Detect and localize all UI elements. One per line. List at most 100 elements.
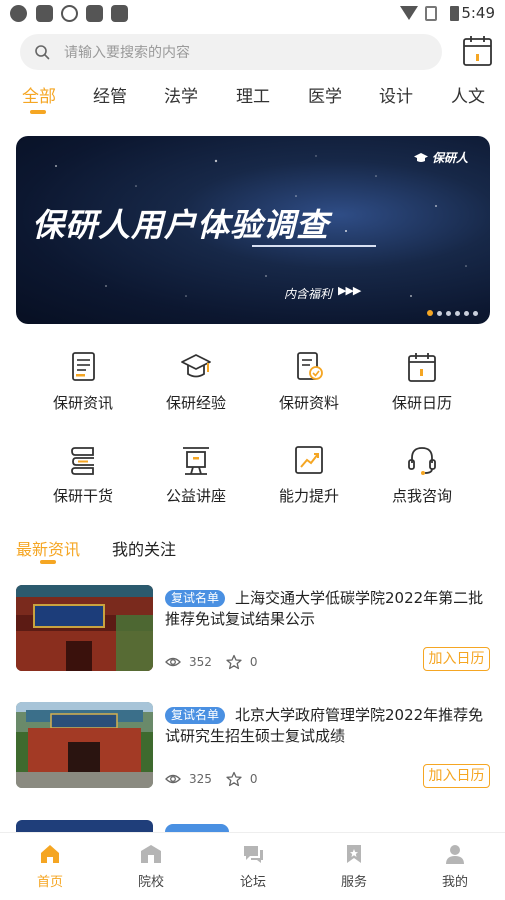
tab-design[interactable]: 设计 — [379, 82, 413, 107]
news-title: 上海交通大学低碳学院2022年第二批推荐免试复试结果公示 — [165, 589, 484, 628]
nav-schools[interactable]: 院校 — [121, 843, 181, 890]
notification-icon — [36, 5, 53, 22]
headset-icon — [408, 447, 436, 475]
add-to-calendar-button[interactable]: 加入日历 — [423, 647, 490, 671]
tab-following[interactable]: 我的关注 — [112, 536, 176, 560]
news-doc-icon — [72, 352, 95, 381]
grid-label: 保研经验 — [165, 394, 226, 412]
service-icon — [347, 845, 361, 863]
bottom-nav: 首页 院校 论坛 服务 我的 — [0, 832, 505, 900]
news-item[interactable]: 复试名单 上海交通大学低碳学院2022年第二批推荐免试复试结果公示 352 0 … — [16, 585, 490, 671]
banner-logo: 保研人 — [413, 149, 468, 166]
tab-medicine[interactable]: 医学 — [308, 82, 342, 107]
chat-icon — [244, 846, 263, 863]
nav-label: 我的 — [441, 875, 468, 890]
nav-services[interactable]: 服务 — [324, 843, 384, 890]
docs-check-icon — [297, 352, 323, 380]
category-tabs: 全部 经管 法学 理工 医学 设计 人文 — [0, 82, 505, 116]
news-meta: 325 0 — [165, 771, 272, 787]
news-thumbnail — [16, 820, 153, 832]
nav-label: 服务 — [340, 875, 367, 890]
banner-arrows-icon: ▶▶▶ — [338, 284, 361, 297]
user-icon — [446, 845, 464, 864]
tab-indicator — [30, 110, 46, 114]
home-icon — [41, 845, 59, 863]
grid-item-tips[interactable]: 保研干货 — [28, 443, 138, 513]
podium-icon — [183, 447, 209, 475]
news-thumbnail — [16, 585, 153, 671]
calendar-icon — [408, 353, 436, 382]
carousel-dot — [446, 310, 451, 316]
carousel-indicator — [427, 310, 478, 316]
star-icon[interactable] — [226, 771, 242, 787]
news-item-partial[interactable] — [16, 820, 490, 832]
grid-label: 点我咨询 — [391, 487, 452, 505]
news-meta: 352 0 — [165, 654, 272, 670]
banner[interactable]: 保研人 保研人用户体验调查 内含福利 ▶▶▶ — [16, 136, 490, 324]
nav-profile[interactable]: 我的 — [425, 843, 485, 890]
grid-label: 公益讲座 — [165, 487, 226, 505]
news-thumbnail — [16, 702, 153, 788]
calendar-icon[interactable] — [462, 34, 494, 68]
add-to-calendar-button[interactable]: 加入日历 — [423, 764, 490, 788]
nav-label: 论坛 — [239, 875, 266, 890]
grid-label: 保研干货 — [52, 487, 113, 505]
carousel-dot — [455, 310, 460, 316]
music-icon — [61, 5, 78, 22]
view-count: 352 — [189, 655, 212, 669]
grid-label: 保研资讯 — [52, 394, 113, 412]
favorite-count: 0 — [249, 655, 258, 669]
banner-subtitle: 内含福利 — [284, 287, 333, 301]
section-tab-indicator — [40, 560, 56, 564]
carousel-dot — [427, 310, 433, 316]
star-icon[interactable] — [226, 654, 242, 670]
carousel-dot — [473, 310, 478, 316]
search-placeholder: 请输入要搜索的内容 — [64, 45, 190, 61]
grid-item-lectures[interactable]: 公益讲座 — [141, 443, 251, 513]
view-count: 325 — [189, 772, 212, 786]
eye-icon — [165, 657, 181, 667]
grid-item-news[interactable]: 保研资讯 — [28, 350, 138, 420]
nav-home[interactable]: 首页 — [20, 843, 80, 890]
news-badge — [165, 824, 229, 832]
grad-cap-icon — [413, 152, 428, 162]
notification-icon — [111, 5, 128, 22]
grid-item-consult[interactable]: 点我咨询 — [367, 443, 477, 513]
news-title: 北京大学政府管理学院2022年推荐免试研究生招生硕士复试成绩 — [165, 706, 484, 745]
tab-law[interactable]: 法学 — [164, 82, 198, 107]
tab-science[interactable]: 理工 — [236, 82, 270, 107]
grid-item-calendar[interactable]: 保研日历 — [367, 350, 477, 420]
status-bar: 5:49 — [0, 0, 505, 28]
search-input[interactable]: 请输入要搜索的内容 — [20, 34, 442, 70]
carousel-dot — [464, 310, 469, 316]
nav-label: 院校 — [137, 875, 164, 890]
search-icon — [35, 45, 50, 60]
banner-title: 保研人用户体验调查 — [32, 206, 330, 244]
grid-label: 能力提升 — [278, 487, 339, 505]
stack-icon — [71, 447, 94, 475]
sim-icon — [425, 6, 437, 21]
grid-label: 保研资料 — [278, 394, 339, 412]
favorite-count: 0 — [249, 772, 258, 786]
chart-up-icon — [295, 446, 323, 474]
grid-item-experience[interactable]: 保研经验 — [141, 350, 251, 420]
tab-latest-news[interactable]: 最新资讯 — [16, 536, 80, 560]
tab-economics[interactable]: 经管 — [93, 82, 127, 107]
nav-forum[interactable]: 论坛 — [223, 843, 283, 890]
school-icon — [141, 845, 161, 863]
grid-item-ability[interactable]: 能力提升 — [254, 443, 364, 513]
banner-underline — [252, 245, 376, 247]
news-item[interactable]: 复试名单 北京大学政府管理学院2022年推荐免试研究生招生硕士复试成绩 325 … — [16, 702, 490, 788]
carousel-dot — [437, 310, 442, 316]
clock: 5:49 — [461, 4, 495, 22]
nav-label: 首页 — [36, 875, 63, 890]
eye-icon — [165, 774, 181, 784]
battery-icon — [450, 6, 459, 21]
grid-label: 保研日历 — [391, 394, 452, 412]
tab-all[interactable]: 全部 — [22, 82, 56, 107]
tab-humanities[interactable]: 人文 — [451, 82, 485, 107]
banner-logo-text: 保研人 — [431, 151, 468, 165]
grid-item-materials[interactable]: 保研资料 — [254, 350, 364, 420]
notification-icon — [86, 5, 103, 22]
wifi-icon — [400, 6, 418, 20]
